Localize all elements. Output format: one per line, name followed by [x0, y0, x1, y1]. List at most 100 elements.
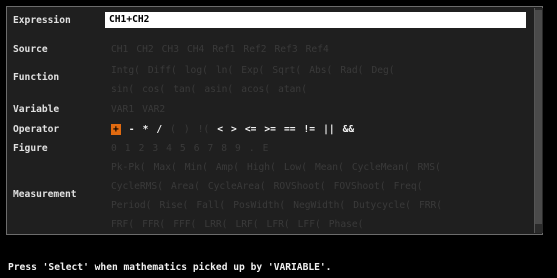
function-option[interactable]: Exp(: [241, 65, 264, 76]
function-option[interactable]: sin(: [111, 84, 134, 95]
figure-option[interactable]: 1: [125, 143, 131, 154]
function-option[interactable]: Intg(: [111, 65, 140, 76]
operator-option[interactable]: *: [143, 124, 149, 135]
measurement-label: Measurement: [13, 189, 77, 200]
function-option[interactable]: acos(: [241, 84, 270, 95]
figure-option[interactable]: 7: [207, 143, 213, 154]
operator-label: Operator: [13, 124, 60, 135]
measurement-option[interactable]: FOVShoot(: [334, 181, 386, 192]
measurement-option[interactable]: PosWidth(: [233, 200, 285, 211]
function-option[interactable]: ln(: [216, 65, 233, 76]
source-option[interactable]: Ref2: [243, 44, 266, 55]
figure-option[interactable]: 6: [194, 143, 200, 154]
function-option[interactable]: Sqrt(: [272, 65, 301, 76]
measurement-option[interactable]: LFR(: [267, 219, 290, 230]
expression-editor-panel: Expression CH1+CH2 Source CH1 CH2 CH3 CH4 Re…: [6, 6, 543, 235]
function-option[interactable]: atan(: [278, 84, 307, 95]
measurement-option[interactable]: Fall(: [196, 200, 225, 211]
operator-option[interactable]: >: [231, 124, 237, 135]
operator-option[interactable]: -: [129, 124, 135, 135]
variable-label: Variable: [13, 104, 60, 115]
operator-option[interactable]: !(: [198, 124, 210, 135]
function-label: Function: [13, 72, 60, 83]
source-option[interactable]: Ref1: [212, 44, 235, 55]
measurement-option[interactable]: Dutycycle(: [353, 200, 411, 211]
operator-option[interactable]: &&: [343, 124, 355, 135]
source-option[interactable]: CH4: [187, 44, 204, 55]
figure-option[interactable]: 5: [180, 143, 186, 154]
measurement-option[interactable]: LFF(: [298, 219, 321, 230]
operator-option-selected[interactable]: +: [111, 124, 121, 135]
variable-option[interactable]: VAR1: [111, 104, 134, 115]
measurement-options-row4: FRF( FFR( FFF( LRR( LRF( LFR( LFF( Phase(: [111, 219, 371, 230]
operator-option[interactable]: !=: [304, 124, 316, 135]
measurement-option[interactable]: Pk-Pk(: [111, 162, 146, 173]
source-option[interactable]: CH2: [136, 44, 153, 55]
measurement-option[interactable]: CycleRMS(: [111, 181, 163, 192]
measurement-option[interactable]: Mean(: [315, 162, 344, 173]
measurement-option[interactable]: High(: [247, 162, 276, 173]
operator-options: + - * / () !( < > <= >= == != || &&: [111, 124, 362, 135]
variable-option[interactable]: VAR2: [142, 104, 165, 115]
measurement-option[interactable]: NegWidth(: [293, 200, 345, 211]
measurement-option[interactable]: ROVShoot(: [274, 181, 326, 192]
measurement-option[interactable]: Low(: [284, 162, 307, 173]
function-options-row1: Intg( Diff( log( ln( Exp( Sqrt( Abs( Rad( Deg(: [111, 65, 403, 76]
function-option[interactable]: Rad(: [340, 65, 363, 76]
operator-option[interactable]: (: [170, 124, 176, 135]
figure-option[interactable]: .: [249, 143, 255, 154]
function-options-row2: sin( cos( tan( asin( acos( atan(: [111, 84, 315, 95]
measurement-option[interactable]: LRF(: [235, 219, 258, 230]
operator-option[interactable]: >=: [264, 124, 276, 135]
function-option[interactable]: Abs(: [309, 65, 332, 76]
measurement-option[interactable]: Min(: [185, 162, 208, 173]
measurement-option[interactable]: Rise(: [159, 200, 188, 211]
measurement-option[interactable]: Period(: [111, 200, 151, 211]
measurement-option[interactable]: LRR(: [204, 219, 227, 230]
operator-option[interactable]: <: [217, 124, 223, 135]
measurement-option[interactable]: Max(: [154, 162, 177, 173]
measurement-option[interactable]: CycleArea(: [208, 181, 266, 192]
function-option[interactable]: Deg(: [371, 65, 394, 76]
measurement-option[interactable]: Freq(: [394, 181, 423, 192]
source-option[interactable]: Ref4: [306, 44, 329, 55]
source-option[interactable]: CH1: [111, 44, 128, 55]
variable-options: VAR1 VAR2: [111, 104, 173, 115]
measurement-options-row2: CycleRMS( Area( CycleArea( ROVShoot( FOVShoo…: [111, 181, 431, 192]
measurement-option[interactable]: CycleMean(: [352, 162, 410, 173]
operator-option[interactable]: ): [184, 124, 190, 135]
function-option[interactable]: Diff(: [148, 65, 177, 76]
figure-option[interactable]: 0: [111, 143, 117, 154]
operator-option[interactable]: <=: [245, 124, 257, 135]
measurement-option[interactable]: FRF(: [111, 219, 134, 230]
source-label: Source: [13, 44, 48, 55]
figure-label: Figure: [13, 143, 48, 154]
figure-option[interactable]: 8: [221, 143, 227, 154]
measurement-option[interactable]: RMS(: [418, 162, 441, 173]
function-option[interactable]: log(: [185, 65, 208, 76]
function-option[interactable]: asin(: [204, 84, 233, 95]
operator-option[interactable]: ==: [284, 124, 296, 135]
measurement-option[interactable]: Area(: [171, 181, 200, 192]
status-message: Press 'Select' when mathematics picked u…: [8, 262, 332, 273]
function-option[interactable]: cos(: [142, 84, 165, 95]
scrollbar-thumb[interactable]: [535, 10, 542, 224]
measurement-option[interactable]: Amp(: [216, 162, 239, 173]
figure-options: 0123456789. E: [111, 143, 276, 154]
measurement-option[interactable]: Phase(: [329, 219, 364, 230]
measurement-option[interactable]: FRR(: [419, 200, 442, 211]
scrollbar[interactable]: [534, 8, 543, 233]
figure-option[interactable]: 3: [152, 143, 158, 154]
operator-option[interactable]: /: [156, 124, 162, 135]
figure-option[interactable]: 9: [235, 143, 241, 154]
function-option[interactable]: tan(: [173, 84, 196, 95]
figure-option[interactable]: 4: [166, 143, 172, 154]
expression-input[interactable]: CH1+CH2: [105, 12, 526, 28]
measurement-option[interactable]: FFF(: [173, 219, 196, 230]
source-option[interactable]: CH3: [162, 44, 179, 55]
operator-option[interactable]: ||: [323, 124, 335, 135]
measurement-option[interactable]: FFR(: [142, 219, 165, 230]
figure-option[interactable]: 2: [139, 143, 145, 154]
source-option[interactable]: Ref3: [275, 44, 298, 55]
figure-option[interactable]: E: [263, 143, 269, 154]
